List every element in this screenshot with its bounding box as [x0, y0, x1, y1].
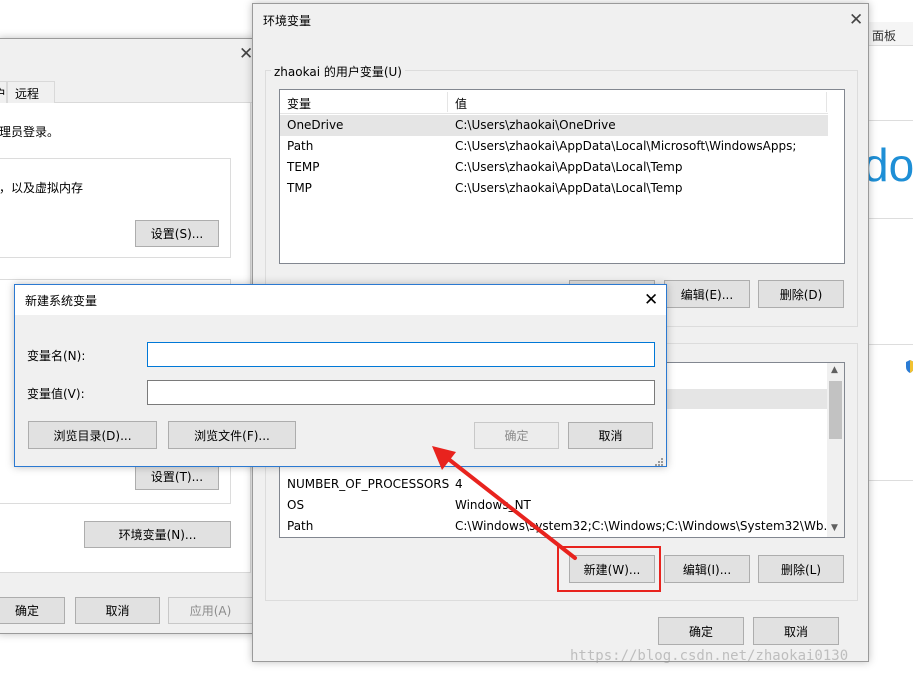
windows-logo-text: dow: [863, 139, 913, 191]
scroll-down-icon[interactable]: ▼: [831, 523, 838, 533]
shield-icon: [905, 360, 913, 374]
column-header-value[interactable]: 值: [455, 95, 467, 112]
user-delete-button[interactable]: 删除(D): [758, 280, 844, 308]
settings-button-startup[interactable]: 设置(T)...: [135, 463, 219, 490]
variable-value-input[interactable]: [147, 380, 655, 405]
ok-button[interactable]: 确定: [0, 597, 65, 624]
column-header-row: 变量 值: [280, 90, 828, 114]
user-variables-list[interactable]: 变量 值 OneDrive C:\Users\zhaokai\OneDrive …: [279, 89, 845, 264]
settings-button-performance[interactable]: 设置(S)...: [135, 220, 219, 247]
variable-name-label: 变量名(N):: [27, 349, 86, 363]
system-delete-button[interactable]: 删除(L): [758, 555, 844, 583]
close-icon[interactable]: ✕: [849, 12, 863, 29]
tab-remote[interactable]: 远程: [7, 81, 55, 104]
cancel-button[interactable]: 取消: [753, 617, 839, 645]
user-variables-label: zhaokai 的用户变量(U): [271, 63, 405, 80]
dialog-title: 环境变量: [263, 14, 312, 28]
list-item[interactable]: TEMP C:\Users\zhaokai\AppData\Local\Temp: [280, 157, 828, 178]
dialog-title: 新建系统变量: [25, 294, 98, 308]
browse-file-button[interactable]: 浏览文件(F)...: [168, 421, 296, 449]
ok-button[interactable]: 确定: [658, 617, 744, 645]
column-separator: [447, 92, 448, 112]
admin-note: 理员登录。: [0, 125, 60, 139]
list-item[interactable]: OneDrive C:\Users\zhaokai\OneDrive: [280, 115, 828, 136]
list-item[interactable]: Path C:\Users\zhaokai\AppData\Local\Micr…: [280, 136, 828, 157]
resize-grip-icon[interactable]: [653, 455, 663, 466]
performance-text: ，以及虚拟内存: [0, 181, 84, 195]
variable-value-label: 变量值(V):: [27, 387, 85, 401]
tab-partial[interactable]: 户: [0, 81, 7, 103]
vertical-scrollbar[interactable]: ▲ ▼: [827, 363, 844, 537]
column-header-variable[interactable]: 变量: [287, 95, 311, 112]
scroll-up-icon[interactable]: ▲: [831, 365, 838, 375]
system-edit-button[interactable]: 编辑(I)...: [664, 555, 750, 583]
browse-directory-button[interactable]: 浏览目录(D)...: [28, 421, 157, 449]
watermark: https://blog.csdn.net/zhaokai0130: [570, 648, 849, 664]
user-edit-button[interactable]: 编辑(E)...: [664, 280, 750, 308]
annotation-arrow: [432, 446, 577, 560]
environment-variables-button[interactable]: 环境变量(N)...: [84, 521, 231, 548]
panel-text: 面板: [872, 29, 897, 43]
dialog-titlebar: [15, 285, 666, 315]
list-item[interactable]: TMP C:\Users\zhaokai\AppData\Local\Temp: [280, 178, 828, 199]
apply-button[interactable]: 应用(A): [168, 597, 253, 624]
close-icon[interactable]: ✕: [644, 292, 658, 309]
column-separator: [826, 92, 827, 112]
scroll-thumb[interactable]: [829, 381, 842, 439]
cancel-button[interactable]: 取消: [75, 597, 160, 624]
variable-name-input[interactable]: [147, 342, 655, 367]
